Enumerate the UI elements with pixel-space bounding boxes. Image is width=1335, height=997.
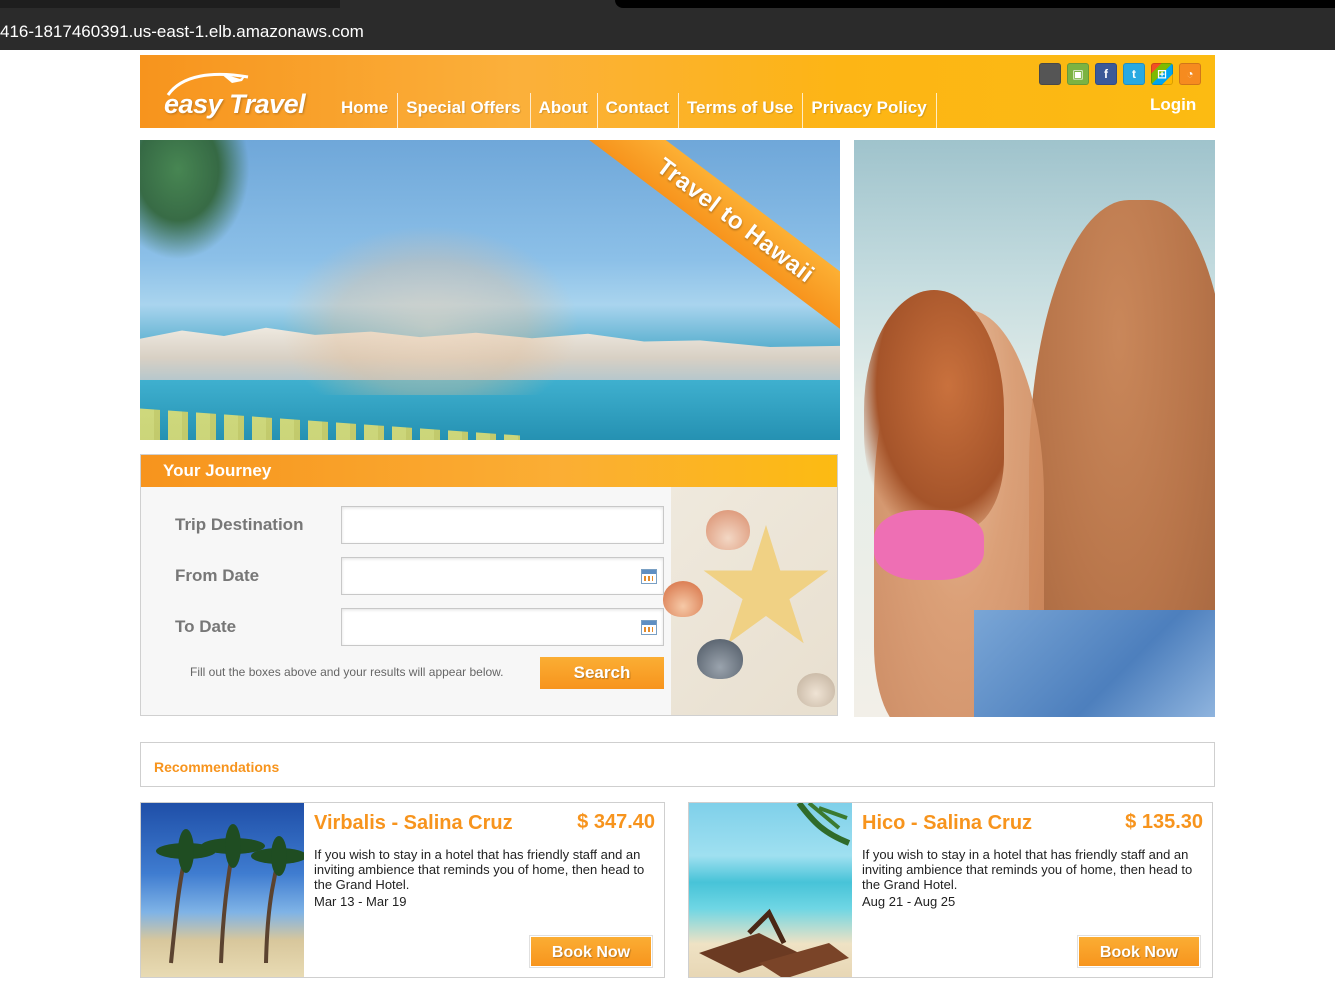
windows-icon[interactable]: ⊞	[1151, 63, 1173, 85]
beach-chairs-thumbnail[interactable]	[689, 803, 852, 977]
card-title[interactable]: Hico - Salina Cruz	[862, 812, 1032, 835]
recommendation-card: Virbalis - Salina Cruz $ 347.40 If you w…	[140, 802, 665, 978]
palm-trees-thumbnail[interactable]	[141, 803, 307, 977]
nav-terms-of-use[interactable]: Terms of Use	[679, 93, 804, 129]
journey-panel: Your Journey Trip Destination From Date …	[140, 454, 838, 716]
search-button[interactable]: Search	[540, 657, 664, 689]
calendar-icon[interactable]	[641, 569, 657, 584]
to-date-input[interactable]	[341, 608, 664, 646]
calendar-icon[interactable]	[641, 620, 657, 635]
card-description: If you wish to stay in a hotel that has …	[314, 847, 645, 892]
nav-about[interactable]: About	[531, 93, 598, 129]
hero-ribbon: Travel to Hawaii	[589, 140, 840, 339]
address-bar-url[interactable]: 416-1817460391.us-east-1.elb.amazonaws.c…	[0, 22, 364, 42]
nav-privacy-policy[interactable]: Privacy Policy	[803, 93, 937, 129]
hero-palm-image	[140, 140, 250, 260]
trip-destination-label: Trip Destination	[175, 515, 304, 534]
beach-chairs-image	[699, 803, 851, 977]
woman-hair	[864, 290, 1004, 530]
main-nav: Home Special Offers About Contact Terms …	[334, 93, 937, 129]
easy-travel-logo[interactable]: easy Travel	[162, 69, 306, 121]
hero-woman-image	[280, 225, 580, 395]
search-hint: Fill out the boxes above and your result…	[190, 665, 504, 679]
card-dates: Mar 13 - Mar 19	[314, 894, 407, 909]
shell-image	[706, 510, 750, 550]
browser-tab-strip	[0, 0, 1335, 14]
address-bar[interactable]: 416-1817460391.us-east-1.elb.amazonaws.c…	[0, 14, 1335, 50]
browser-tab-bar-area	[615, 0, 1335, 8]
logo-text: easy Travel	[164, 89, 306, 119]
twitter-icon[interactable]: t	[1123, 63, 1145, 85]
trip-destination-input[interactable]	[341, 506, 664, 544]
recommendations-title: Recommendations	[154, 759, 280, 775]
shell-image	[663, 581, 703, 617]
journey-title: Your Journey	[141, 455, 837, 487]
nav-contact[interactable]: Contact	[598, 93, 679, 129]
social-icons: ▣ f t ⊞ ◔	[1039, 63, 1201, 85]
recommendations-bar: Recommendations	[140, 742, 1215, 787]
login-link[interactable]: Login	[1150, 95, 1196, 115]
nav-home[interactable]: Home	[334, 93, 399, 129]
shell-image	[797, 673, 835, 707]
card-price: $ 135.30	[1125, 811, 1203, 833]
site-header: easy Travel Home Special Offers About Co…	[140, 55, 1215, 129]
palm-trees-image	[156, 824, 307, 964]
card-description: If you wish to stay in a hotel that has …	[862, 847, 1193, 892]
rss-icon[interactable]: ◔	[1179, 63, 1201, 85]
apple-icon[interactable]	[1039, 63, 1061, 85]
board-shorts	[974, 610, 1215, 717]
hero-banner[interactable]: Travel to Hawaii	[140, 140, 840, 440]
couple-photo	[854, 140, 1215, 717]
from-date-label: From Date	[175, 566, 260, 585]
card-title[interactable]: Virbalis - Salina Cruz	[314, 812, 513, 835]
card-dates: Aug 21 - Aug 25	[862, 894, 956, 909]
book-now-button[interactable]: Book Now	[529, 935, 653, 968]
to-date-label: To Date	[175, 617, 237, 636]
shell-image	[697, 639, 743, 679]
android-icon[interactable]: ▣	[1067, 63, 1089, 85]
browser-tab[interactable]	[0, 0, 340, 8]
nav-special-offers[interactable]: Special Offers	[398, 93, 531, 129]
card-price: $ 347.40	[577, 811, 655, 833]
bikini	[874, 510, 984, 580]
facebook-icon[interactable]: f	[1095, 63, 1117, 85]
from-date-input[interactable]	[341, 557, 664, 595]
book-now-button[interactable]: Book Now	[1077, 935, 1201, 968]
recommendation-card: Hico - Salina Cruz $ 135.30 If you wish …	[688, 802, 1213, 978]
